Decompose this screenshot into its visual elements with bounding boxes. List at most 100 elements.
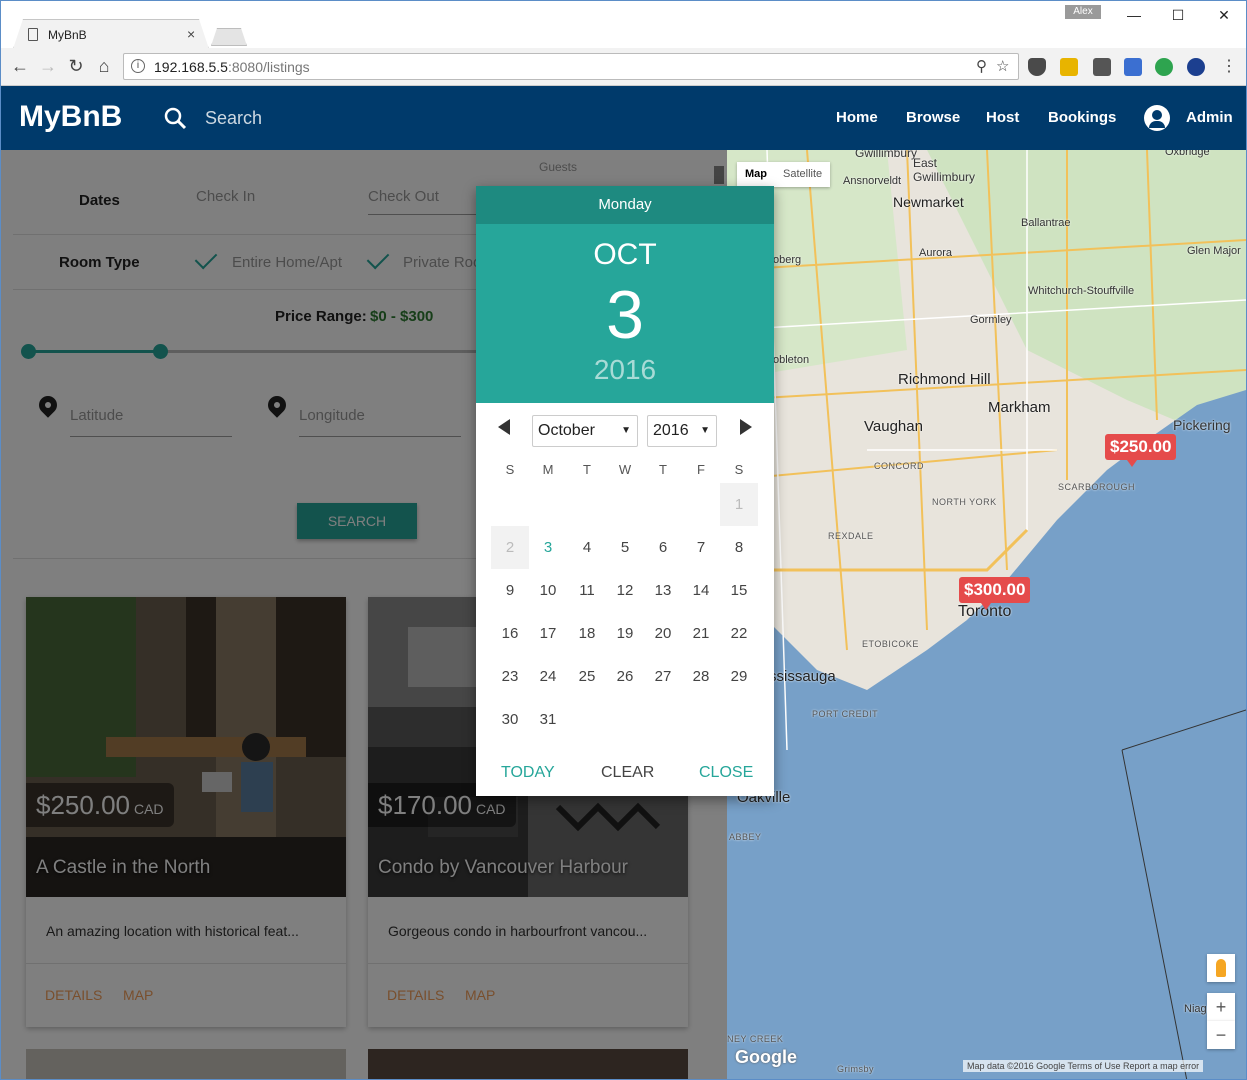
calendar-day[interactable]: 12 xyxy=(606,569,644,612)
reload-icon[interactable]: ↻ xyxy=(65,56,87,77)
map-attribution[interactable]: Map data ©2016 Google Terms of Use Repor… xyxy=(963,1060,1204,1072)
home-icon[interactable]: ⌂ xyxy=(93,56,115,77)
nav-bookings[interactable]: Bookings xyxy=(1048,109,1116,126)
nav-host[interactable]: Host xyxy=(986,109,1019,126)
map-price-marker[interactable]: $300.00 xyxy=(959,577,1031,610)
map-district-label: ABBEY xyxy=(729,832,762,842)
map-type-map[interactable]: Map xyxy=(737,162,775,187)
month-select[interactable]: October ▼ xyxy=(532,415,638,447)
weekday-header: F xyxy=(697,462,705,477)
calendar-day[interactable]: 27 xyxy=(644,655,682,698)
map-place-label: Gormley xyxy=(970,314,1012,326)
street-view-pegman-icon[interactable] xyxy=(1207,954,1235,982)
calendar-day[interactable]: 19 xyxy=(606,612,644,655)
window-close-button[interactable]: ✕ xyxy=(1209,7,1239,27)
bookmark-star-icon[interactable]: ☆ xyxy=(996,57,1009,75)
calendar-day[interactable]: 15 xyxy=(720,569,758,612)
picker-weekday: Monday xyxy=(476,186,774,224)
shield-extension-icon[interactable] xyxy=(1028,58,1046,76)
calendar-day[interactable]: 29 xyxy=(720,655,758,698)
map-district-label: REXDALE xyxy=(828,531,874,541)
nav-home[interactable]: Home xyxy=(836,109,878,126)
zoom-out-button[interactable]: − xyxy=(1207,1021,1235,1049)
calendar-day[interactable]: 21 xyxy=(682,612,720,655)
nav-browse[interactable]: Browse xyxy=(906,109,960,126)
calendar-day[interactable]: 30 xyxy=(491,698,529,741)
calendar-day[interactable]: 11 xyxy=(568,569,606,612)
calendar-day[interactable]: 22 xyxy=(720,612,758,655)
calendar-day[interactable]: 23 xyxy=(491,655,529,698)
info-extension-icon[interactable] xyxy=(1155,58,1173,76)
search-icon[interactable] xyxy=(163,106,187,130)
minimize-button[interactable]: — xyxy=(1119,7,1149,27)
new-tab-button[interactable] xyxy=(211,28,247,46)
map-place-label: Ansnorveldt xyxy=(843,175,902,187)
map-place-label: obleton xyxy=(773,354,810,366)
weekday-header: T xyxy=(659,462,667,477)
calendar-day[interactable]: 26 xyxy=(606,655,644,698)
calendar-day[interactable]: 5 xyxy=(606,526,644,569)
calendar-day[interactable]: 4 xyxy=(568,526,606,569)
map-place-label: Whitchurch-Stouffville xyxy=(1028,285,1135,297)
map-place-label: Ballantrae xyxy=(1021,217,1071,229)
calendar-day[interactable]: 24 xyxy=(529,655,567,698)
map-district-label: NEY CREEK xyxy=(727,1034,784,1044)
calendar-day[interactable]: 25 xyxy=(568,655,606,698)
tab-title: MyBnB xyxy=(48,28,87,42)
calendar-day[interactable]: 28 xyxy=(682,655,720,698)
date-picker-dialog: Monday OCT 3 2016 October ▼ 2016 ▼ S M T W… xyxy=(476,186,774,796)
tab-mybnb[interactable]: MyBnB × xyxy=(13,19,209,49)
clear-button[interactable]: CLEAR xyxy=(601,764,654,782)
calendar-day[interactable]: 16 xyxy=(491,612,529,655)
calendar-day[interactable]: 14 xyxy=(682,569,720,612)
calendar-day[interactable]: 18 xyxy=(568,612,606,655)
calendar-day[interactable]: 20 xyxy=(644,612,682,655)
calendar-day[interactable]: 7 xyxy=(682,526,720,569)
today-button[interactable]: TODAY xyxy=(501,764,555,782)
maximize-button[interactable]: ☐ xyxy=(1163,7,1193,27)
tab-close-icon[interactable]: × xyxy=(187,26,195,42)
calendar-day[interactable]: 6 xyxy=(644,526,682,569)
search-label[interactable]: Search xyxy=(205,108,262,129)
year-select[interactable]: 2016 ▼ xyxy=(647,415,717,447)
calendar-day[interactable]: 8 xyxy=(720,526,758,569)
zoom-in-button[interactable]: + xyxy=(1207,993,1235,1021)
map-district-label: SCARBOROUGH xyxy=(1058,482,1136,492)
calendar-day[interactable]: 17 xyxy=(529,612,567,655)
google-logo[interactable]: Google xyxy=(735,1047,797,1068)
map-place-label: Markham xyxy=(988,399,1051,416)
map-place-label: Glen Major xyxy=(1187,245,1241,257)
address-bar[interactable]: i 192.168.5.5:8080/listings ⚲ ☆ xyxy=(123,53,1019,80)
key-icon[interactable]: ⚲ xyxy=(976,57,987,75)
profile-badge[interactable]: Alex xyxy=(1065,5,1101,19)
next-month-icon[interactable] xyxy=(740,419,752,435)
logo[interactable]: MyBnB xyxy=(19,100,122,134)
browser-window: MyBnB × Alex — ☐ ✕ ← → ↻ ⌂ i 192.168.5.5… xyxy=(0,0,1247,1080)
forward-icon[interactable]: → xyxy=(37,56,59,77)
weekday-header: M xyxy=(542,462,554,477)
calendar-day[interactable]: 3 xyxy=(529,526,567,569)
map[interactable]: Map Satellite Gwillimbury East Gwillimbur… xyxy=(727,150,1246,1079)
map-type-satellite[interactable]: Satellite xyxy=(775,162,830,187)
prev-month-icon[interactable] xyxy=(498,419,510,435)
account-circle-icon[interactable] xyxy=(1144,105,1170,131)
page-icon xyxy=(28,28,38,41)
calendar-day[interactable]: 9 xyxy=(491,569,529,612)
close-button[interactable]: CLOSE xyxy=(699,764,753,782)
picker-year: 2016 xyxy=(593,354,657,385)
menu-kebab-icon[interactable]: ⋮ xyxy=(1218,56,1240,76)
weekday-header: S xyxy=(505,462,515,477)
nav-admin[interactable]: Admin xyxy=(1186,109,1233,126)
map-district-label: Grimsby xyxy=(837,1064,874,1074)
calendar-day[interactable]: 13 xyxy=(644,569,682,612)
lock-extension-icon[interactable] xyxy=(1060,58,1078,76)
map-price-marker[interactable]: $250.00 xyxy=(1105,434,1177,467)
info-icon[interactable]: i xyxy=(131,59,145,73)
eyedropper-extension-icon[interactable] xyxy=(1093,58,1111,76)
back-icon[interactable]: ← xyxy=(9,56,31,77)
calendar-day[interactable]: 31 xyxy=(529,698,567,741)
vpn-extension-icon[interactable] xyxy=(1187,58,1205,76)
map-type-control[interactable]: Map Satellite xyxy=(737,162,831,187)
calendar-day[interactable]: 10 xyxy=(529,569,567,612)
calendar-extension-icon[interactable] xyxy=(1124,58,1142,76)
